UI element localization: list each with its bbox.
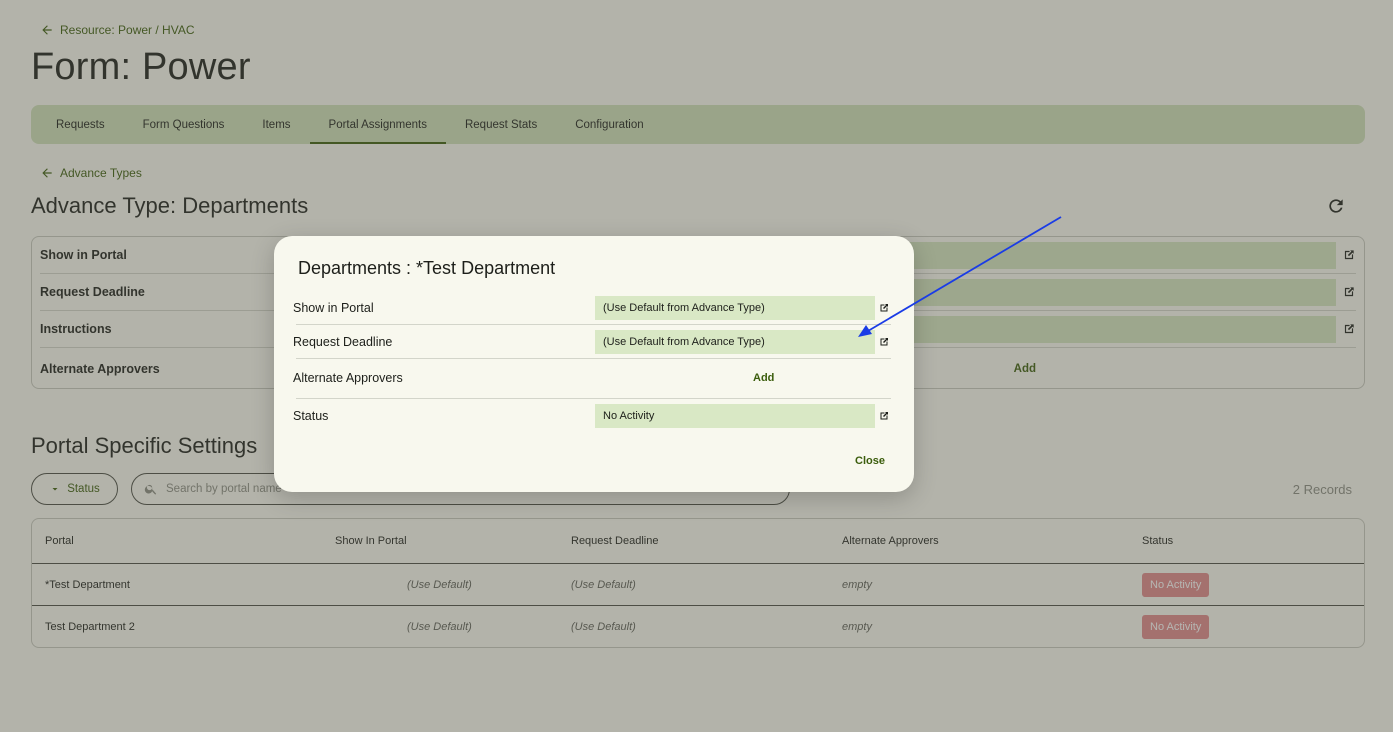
divider (296, 398, 891, 399)
row-label: Status (293, 409, 329, 423)
row-label: Show in Portal (293, 301, 374, 315)
edit-icon[interactable] (878, 336, 890, 348)
show-in-portal-field[interactable]: (Use Default from Advance Type) (595, 296, 875, 320)
modal-row-alternate-approvers: Alternate Approvers Add (293, 366, 891, 390)
close-button[interactable]: Close (855, 455, 885, 467)
modal-row-status: Status No Activity (293, 404, 891, 428)
row-label: Alternate Approvers (293, 371, 403, 385)
modal-row-show-in-portal: Show in Portal (Use Default from Advance… (293, 296, 891, 320)
add-approver-button[interactable]: Add (753, 372, 774, 384)
request-deadline-field[interactable]: (Use Default from Advance Type) (595, 330, 875, 354)
divider (296, 358, 891, 359)
divider (296, 324, 891, 325)
edit-icon[interactable] (878, 302, 890, 314)
modal-title: Departments : *Test Department (298, 258, 556, 278)
status-field[interactable]: No Activity (595, 404, 875, 428)
modal-row-request-deadline: Request Deadline (Use Default from Advan… (293, 330, 891, 354)
department-modal: Departments : *Test Department Show in P… (274, 236, 914, 492)
edit-icon[interactable] (878, 410, 890, 422)
page: Resource: Power / HVAC Form: Power Reque… (0, 0, 1393, 732)
row-label: Request Deadline (293, 335, 393, 349)
